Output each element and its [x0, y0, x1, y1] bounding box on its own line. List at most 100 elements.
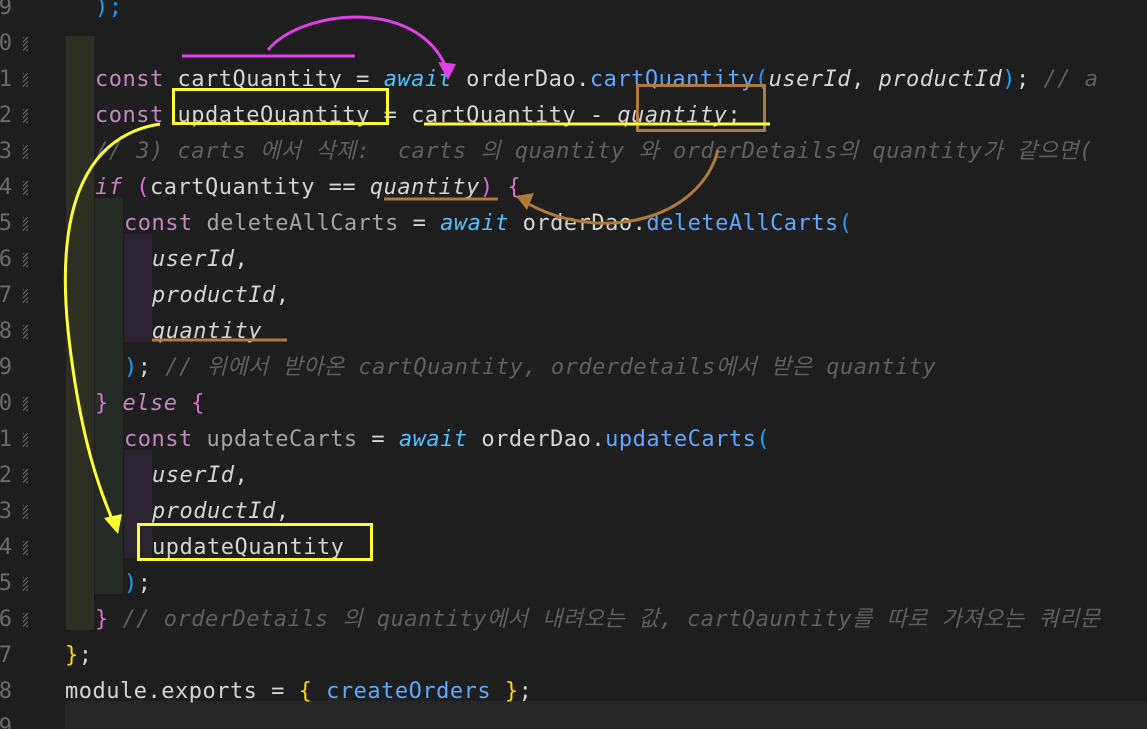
code-line: 9 — [0, 710, 1147, 729]
code-token: userId — [152, 463, 235, 488]
line-number: 3 — [0, 499, 12, 524]
code-text: userId, — [152, 464, 248, 488]
code-text: ); — [95, 0, 123, 20]
code-token: cartQuantity == — [150, 175, 370, 200]
line-number: 1 — [0, 67, 12, 92]
code-token: // a — [1043, 67, 1099, 92]
code-token: ) — [1002, 67, 1017, 92]
line-number: 9 — [0, 0, 12, 20]
code-token: ; — [1016, 67, 1044, 92]
code-token: else — [122, 391, 178, 416]
code-text: module.exports = { createOrders }; — [65, 680, 532, 704]
code-token: , — [234, 463, 249, 488]
code-token: - — [576, 103, 618, 128]
code-text: const deleteAllCarts = await orderDao.de… — [124, 212, 853, 236]
code-token: userId — [768, 67, 852, 92]
code-token: deleteAllCarts — [646, 211, 839, 236]
code-token: , — [275, 283, 290, 308]
code-text: const updateCarts = await orderDao.updat… — [124, 428, 770, 452]
code-token: orderDao. — [508, 211, 647, 236]
code-token: ( — [838, 211, 853, 236]
code-token: userId — [152, 247, 235, 272]
code-line: 2 userId, — [0, 458, 1147, 494]
line-number: 7 — [0, 643, 12, 668]
code-token: orderDao. — [452, 67, 590, 92]
code-token: // 위에서 받아온 cartQuantity, orderdetails에서 … — [165, 355, 937, 380]
code-text: userId, — [152, 248, 248, 272]
code-token: const — [124, 427, 207, 452]
code-token: ) — [124, 571, 138, 596]
line-number: 5 — [0, 571, 12, 596]
git-gutter-marker — [23, 73, 28, 87]
code-token: quantity — [152, 319, 262, 344]
line-number: 2 — [0, 103, 12, 128]
code-token: } — [95, 607, 109, 632]
code-token: updateCarts — [605, 427, 757, 452]
code-text: quantity — [152, 320, 262, 344]
code-text: if (cartQuantity == quantity) { — [95, 176, 521, 200]
code-line: 6 userId, — [0, 242, 1147, 278]
code-token: productId — [878, 67, 1003, 92]
line-number: 7 — [0, 283, 12, 308]
code-line: 7 productId, — [0, 278, 1147, 314]
code-token: } — [95, 391, 109, 416]
code-text: // 3) carts 에서 삭제: carts 의 quantity 와 or… — [95, 140, 1093, 164]
code-line: 7}; — [0, 638, 1147, 674]
line-number: 8 — [0, 319, 12, 344]
code-token: const — [95, 67, 178, 92]
line-number: 4 — [0, 535, 12, 560]
code-token: const — [124, 211, 207, 236]
code-line: 1 const updateCarts = await orderDao.upda… — [0, 422, 1147, 458]
line-number: 0 — [0, 391, 12, 416]
code-token: { — [191, 391, 205, 416]
code-token: await — [383, 67, 453, 92]
git-gutter-marker — [23, 397, 28, 411]
code-token: orderDao. — [467, 427, 606, 452]
code-text: ); — [124, 572, 152, 596]
code-line: 3 // 3) carts 에서 삭제: carts 의 quantity 와 o… — [0, 134, 1147, 170]
code-line: 5); — [0, 566, 1147, 602]
git-gutter-marker — [23, 37, 28, 51]
code-token: await — [440, 211, 509, 236]
git-gutter-marker — [23, 325, 28, 339]
line-number: 4 — [0, 175, 12, 200]
code-token: ( — [756, 427, 771, 452]
code-token: , — [234, 247, 249, 272]
code-token: = — [357, 427, 399, 452]
line-number: 9 — [0, 355, 12, 380]
code-text: } // orderDetails 의 quantity에서 내려오는 값, c… — [95, 608, 1101, 632]
code-token: , — [851, 67, 879, 92]
git-gutter-marker — [23, 109, 28, 123]
line-number: 8 — [0, 679, 12, 704]
git-gutter-marker — [23, 541, 28, 555]
code-text: } else { — [95, 392, 205, 416]
code-token: { — [507, 175, 522, 200]
code-token: const — [95, 103, 178, 128]
code-line: 9); — [0, 0, 1147, 26]
code-token: { — [298, 679, 313, 704]
code-text: }; — [65, 644, 93, 668]
git-gutter-marker — [23, 181, 28, 195]
code-token: deleteAllCarts — [206, 211, 399, 236]
code-token: cartQuantity — [411, 103, 577, 128]
code-token: productId — [152, 283, 276, 308]
line-number: 0 — [0, 31, 12, 56]
code-line: 0 — [0, 26, 1147, 62]
code-line: 4 if (cartQuantity == quantity) { — [0, 170, 1147, 206]
code-token: = — [398, 211, 441, 236]
code-token: ); — [95, 0, 123, 20]
code-token: } — [65, 643, 79, 668]
line-number: 6 — [0, 607, 12, 632]
code-token: module.exports = — [65, 679, 299, 704]
code-token: // 3) carts 에서 삭제: carts 의 quantity 와 or… — [95, 139, 1093, 164]
code-token: , — [275, 499, 290, 524]
code-token: await — [398, 427, 468, 452]
code-token: createOrders — [326, 679, 492, 704]
highlight-box-update-quantity-decl — [172, 88, 389, 125]
code-line: 5 const deleteAllCarts = await orderDao.d… — [0, 206, 1147, 242]
line-number: 1 — [0, 427, 12, 452]
code-line: 8 module.exports = { createOrders }; — [0, 674, 1147, 710]
